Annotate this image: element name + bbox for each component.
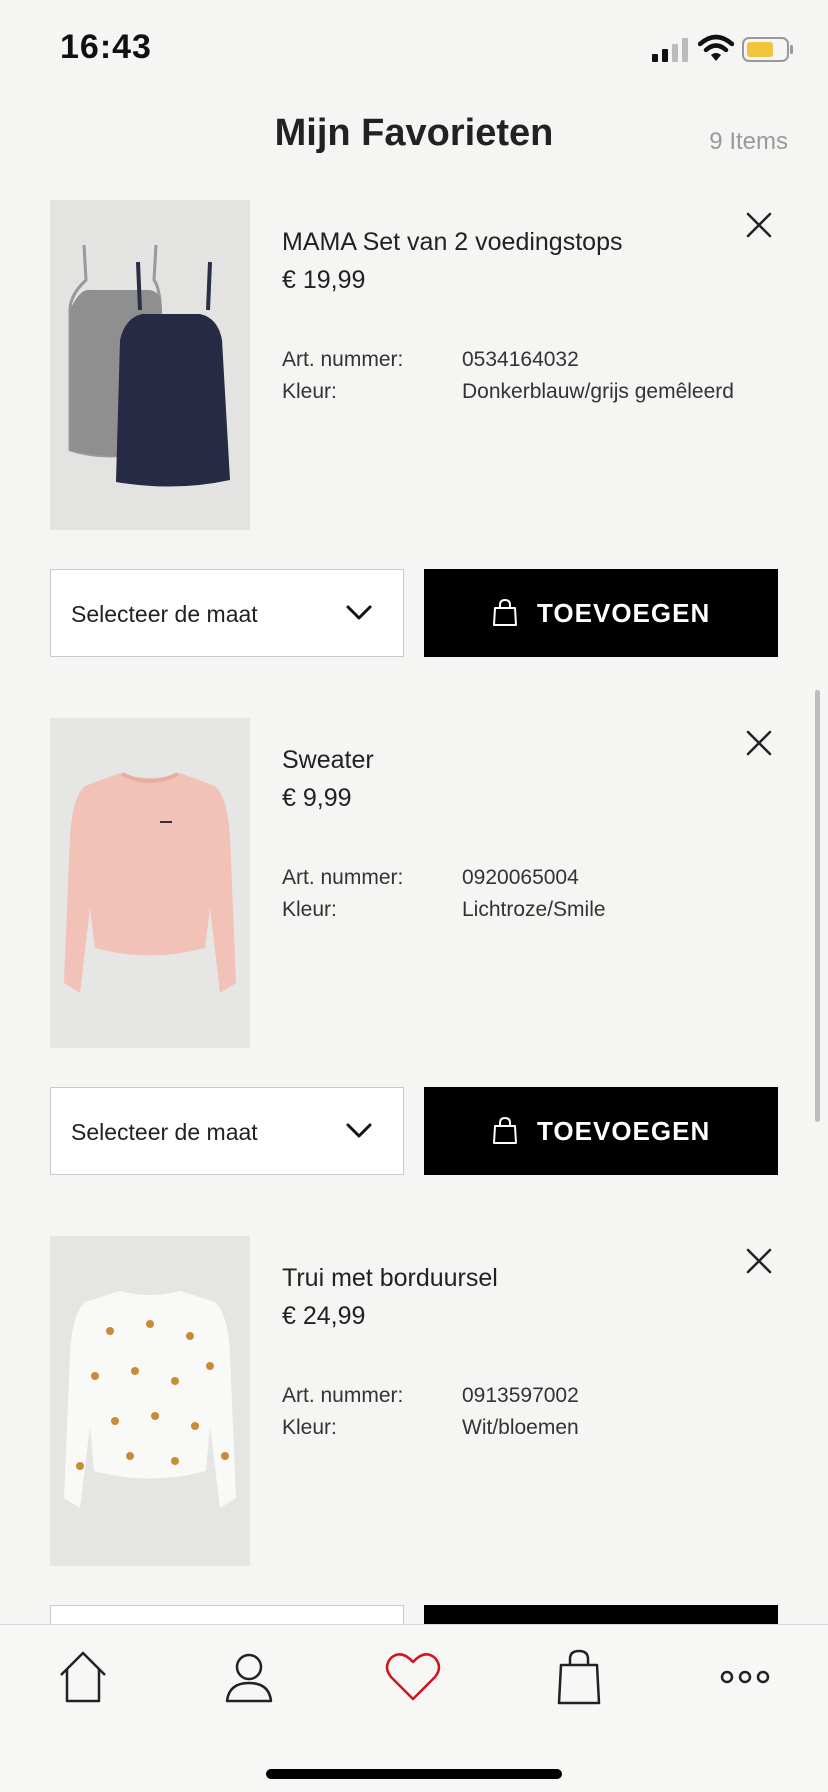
tab-favorites[interactable] — [383, 1647, 443, 1707]
article-number-label: Art. nummer: — [282, 866, 404, 889]
remove-favorite-close-icon[interactable] — [742, 726, 776, 760]
color-label: Kleur: — [282, 380, 337, 403]
product-photo — [50, 718, 250, 1048]
tab-account[interactable] — [219, 1647, 279, 1707]
size-select-label: Selecteer de maat — [71, 1119, 258, 1145]
status-bar: 16:43 — [0, 0, 828, 100]
add-to-bag-button[interactable]: TOEVOEGEN — [424, 569, 778, 657]
wifi-icon — [698, 34, 734, 61]
product-image-nursing-tops[interactable] — [50, 200, 250, 530]
bag-icon — [557, 1649, 601, 1705]
color-value: Donkerblauw/grijs gemêleerd — [462, 380, 734, 403]
article-number-label: Art. nummer: — [282, 348, 404, 371]
article-number-value: 0534164032 — [462, 348, 579, 371]
color-label: Kleur: — [282, 1416, 337, 1439]
product-price: € 24,99 — [282, 1302, 366, 1330]
battery-icon — [742, 37, 793, 62]
remove-favorite-close-icon[interactable] — [742, 1244, 776, 1278]
size-select-partial[interactable] — [50, 1605, 404, 1625]
status-time: 16:43 — [60, 28, 152, 66]
remove-favorite-close-icon[interactable] — [742, 208, 776, 242]
profile-icon — [225, 1653, 273, 1703]
product-image-sweater[interactable] — [50, 718, 250, 1048]
favorite-item: MAMA Set van 2 voedingstops € 19,99 Art.… — [50, 200, 778, 660]
product-photo — [50, 200, 250, 530]
size-select[interactable]: Selecteer de maat — [50, 1087, 404, 1175]
tab-home[interactable] — [53, 1647, 113, 1707]
more-icon — [720, 1670, 770, 1684]
color-value: Lichtroze/Smile — [462, 898, 606, 921]
shopping-bag-icon — [493, 1117, 517, 1144]
scrollbar[interactable] — [815, 690, 820, 1122]
add-to-bag-button-partial[interactable] — [424, 1605, 778, 1625]
product-price: € 19,99 — [282, 266, 366, 294]
product-price: € 9,99 — [282, 784, 352, 812]
product-name[interactable]: Sweater — [282, 746, 374, 775]
article-number-value: 0920065004 — [462, 866, 579, 889]
product-photo — [50, 1236, 250, 1566]
size-select[interactable]: Selecteer de maat — [50, 569, 404, 657]
color-label: Kleur: — [282, 898, 337, 921]
cellular-signal-icon — [652, 38, 688, 62]
article-number-label: Art. nummer: — [282, 1384, 404, 1407]
add-to-bag-button[interactable]: TOEVOEGEN — [424, 1087, 778, 1175]
size-select-label: Selecteer de maat — [71, 601, 258, 627]
chevron-down-icon — [346, 605, 372, 620]
tab-bar — [0, 1624, 828, 1792]
home-indicator[interactable] — [266, 1769, 562, 1779]
item-count: 9 Items — [709, 128, 788, 155]
tab-bag[interactable] — [549, 1647, 609, 1707]
add-to-bag-label: TOEVOEGEN — [537, 1116, 711, 1146]
favorite-item: Sweater € 9,99 Art. nummer: 0920065004 K… — [50, 718, 778, 1178]
home-icon — [60, 1651, 106, 1703]
add-to-bag-label: TOEVOEGEN — [537, 598, 711, 628]
article-number-value: 0913597002 — [462, 1384, 579, 1407]
color-value: Wit/bloemen — [462, 1416, 579, 1439]
product-name[interactable]: MAMA Set van 2 voedingstops — [282, 228, 622, 257]
shopping-bag-icon — [493, 599, 517, 626]
product-name[interactable]: Trui met borduursel — [282, 1264, 498, 1293]
chevron-down-icon — [346, 1123, 372, 1138]
page-title: Mijn Favorieten — [274, 112, 554, 154]
tab-more[interactable] — [715, 1647, 775, 1707]
heart-icon — [385, 1653, 441, 1701]
product-image-embroidered-sweater[interactable] — [50, 1236, 250, 1566]
